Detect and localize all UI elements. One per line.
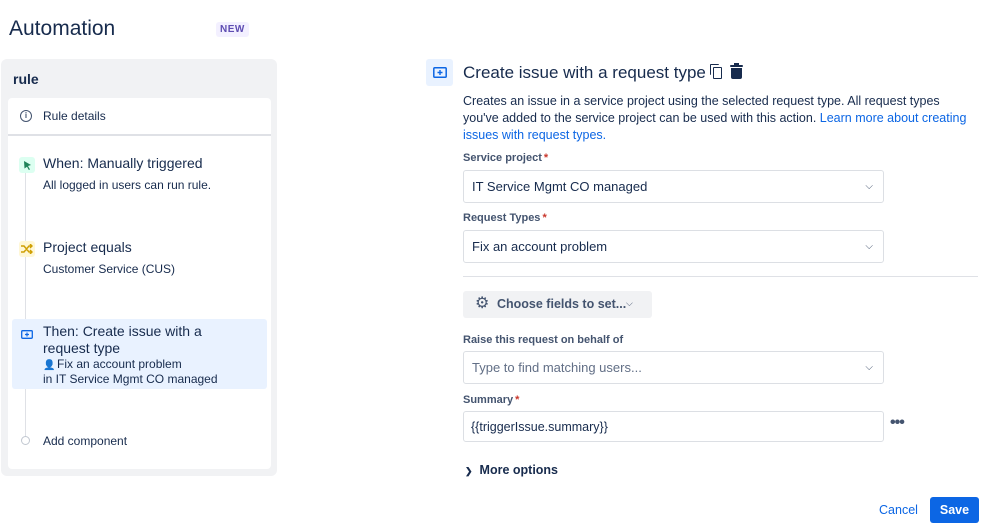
- summary-value: {{triggerIssue.summary}}: [471, 420, 608, 434]
- behalf-user-select[interactable]: Type to find matching users... ⌵: [463, 351, 884, 384]
- behalf-label: Raise this request on behalf of: [463, 334, 624, 346]
- rule-details-item[interactable]: i Rule details: [8, 98, 271, 136]
- action-request-type: 👤 Fix an account problem: [43, 357, 182, 373]
- more-actions-icon[interactable]: •••: [890, 414, 905, 432]
- required-marker: *: [515, 394, 520, 406]
- service-project-label: Service project *: [463, 152, 549, 164]
- more-options-label: More options: [479, 463, 559, 477]
- cursor-click-icon: [19, 157, 35, 173]
- condition-component[interactable]: Project equals Customer Service (CUS): [12, 238, 267, 284]
- rule-details-label: Rule details: [43, 109, 106, 123]
- cancel-button[interactable]: Cancel: [871, 497, 926, 523]
- chevron-down-icon: ⌵: [626, 298, 633, 308]
- chevron-down-icon: ⌵: [865, 362, 873, 373]
- create-issue-icon: [426, 59, 453, 86]
- action-line1: Fix an account problem: [57, 357, 182, 371]
- required-marker: *: [543, 152, 549, 164]
- save-button[interactable]: Save: [930, 497, 979, 523]
- rule-components-card: i Rule details When: Manually triggered …: [8, 98, 271, 469]
- trigger-component[interactable]: When: Manually triggered All logged in u…: [12, 154, 267, 200]
- behalf-placeholder: Type to find matching users...: [472, 360, 642, 375]
- choose-fields-label: Choose fields to set...: [497, 297, 627, 311]
- trigger-subtitle: All logged in users can run rule.: [43, 178, 212, 192]
- trigger-title: When: Manually triggered: [43, 155, 203, 171]
- config-title: Create issue with a request type: [463, 63, 706, 82]
- request-types-label: Request Types *: [463, 212, 547, 224]
- action-title: Then: Create issue with a request type: [43, 323, 202, 356]
- divider: [463, 276, 978, 277]
- info-icon: i: [20, 110, 32, 122]
- new-badge: NEW: [216, 22, 249, 37]
- service-project-value: IT Service Mgmt CO managed: [472, 179, 648, 194]
- chevron-down-icon: ⌵: [865, 181, 873, 192]
- chevron-right-icon: ❯: [465, 466, 473, 476]
- rule-panel: rule i Rule details When: Manually trigg…: [1, 59, 277, 476]
- choose-fields-button[interactable]: ⚙ Choose fields to set... ⌵: [463, 291, 652, 318]
- more-options-toggle[interactable]: ❯ More options: [463, 463, 558, 477]
- config-description: Creates an issue in a service project us…: [463, 93, 978, 144]
- page-title: Automation: [9, 17, 116, 40]
- condition-subtitle: Customer Service (CUS): [43, 262, 176, 276]
- create-issue-icon: [19, 326, 35, 342]
- chevron-down-icon: ⌵: [865, 241, 873, 252]
- required-marker: *: [542, 212, 547, 224]
- copy-icon[interactable]: [710, 64, 724, 80]
- add-component-label: Add component: [43, 434, 128, 448]
- summary-input[interactable]: {{triggerIssue.summary}}: [463, 411, 884, 442]
- summary-label: Summary *: [463, 394, 520, 406]
- request-types-select[interactable]: Fix an account problem ⌵: [463, 230, 884, 263]
- service-project-select[interactable]: IT Service Mgmt CO managed ⌵: [463, 170, 884, 203]
- add-component-dot-icon: [21, 436, 30, 445]
- action-component-selected[interactable]: Then: Create issue with a request type 👤…: [12, 319, 267, 389]
- shuffle-icon: [19, 241, 35, 257]
- add-component-button[interactable]: Add component: [12, 432, 267, 452]
- rule-title: rule: [13, 71, 39, 87]
- user-settings-icon: 👤: [43, 360, 56, 371]
- trash-icon[interactable]: [729, 63, 744, 80]
- request-types-value: Fix an account problem: [472, 239, 608, 254]
- timeline-line: [25, 164, 26, 440]
- condition-title: Project equals: [43, 239, 132, 255]
- gear-icon: ⚙: [475, 295, 490, 312]
- action-line2: in IT Service Mgmt CO managed: [43, 372, 218, 386]
